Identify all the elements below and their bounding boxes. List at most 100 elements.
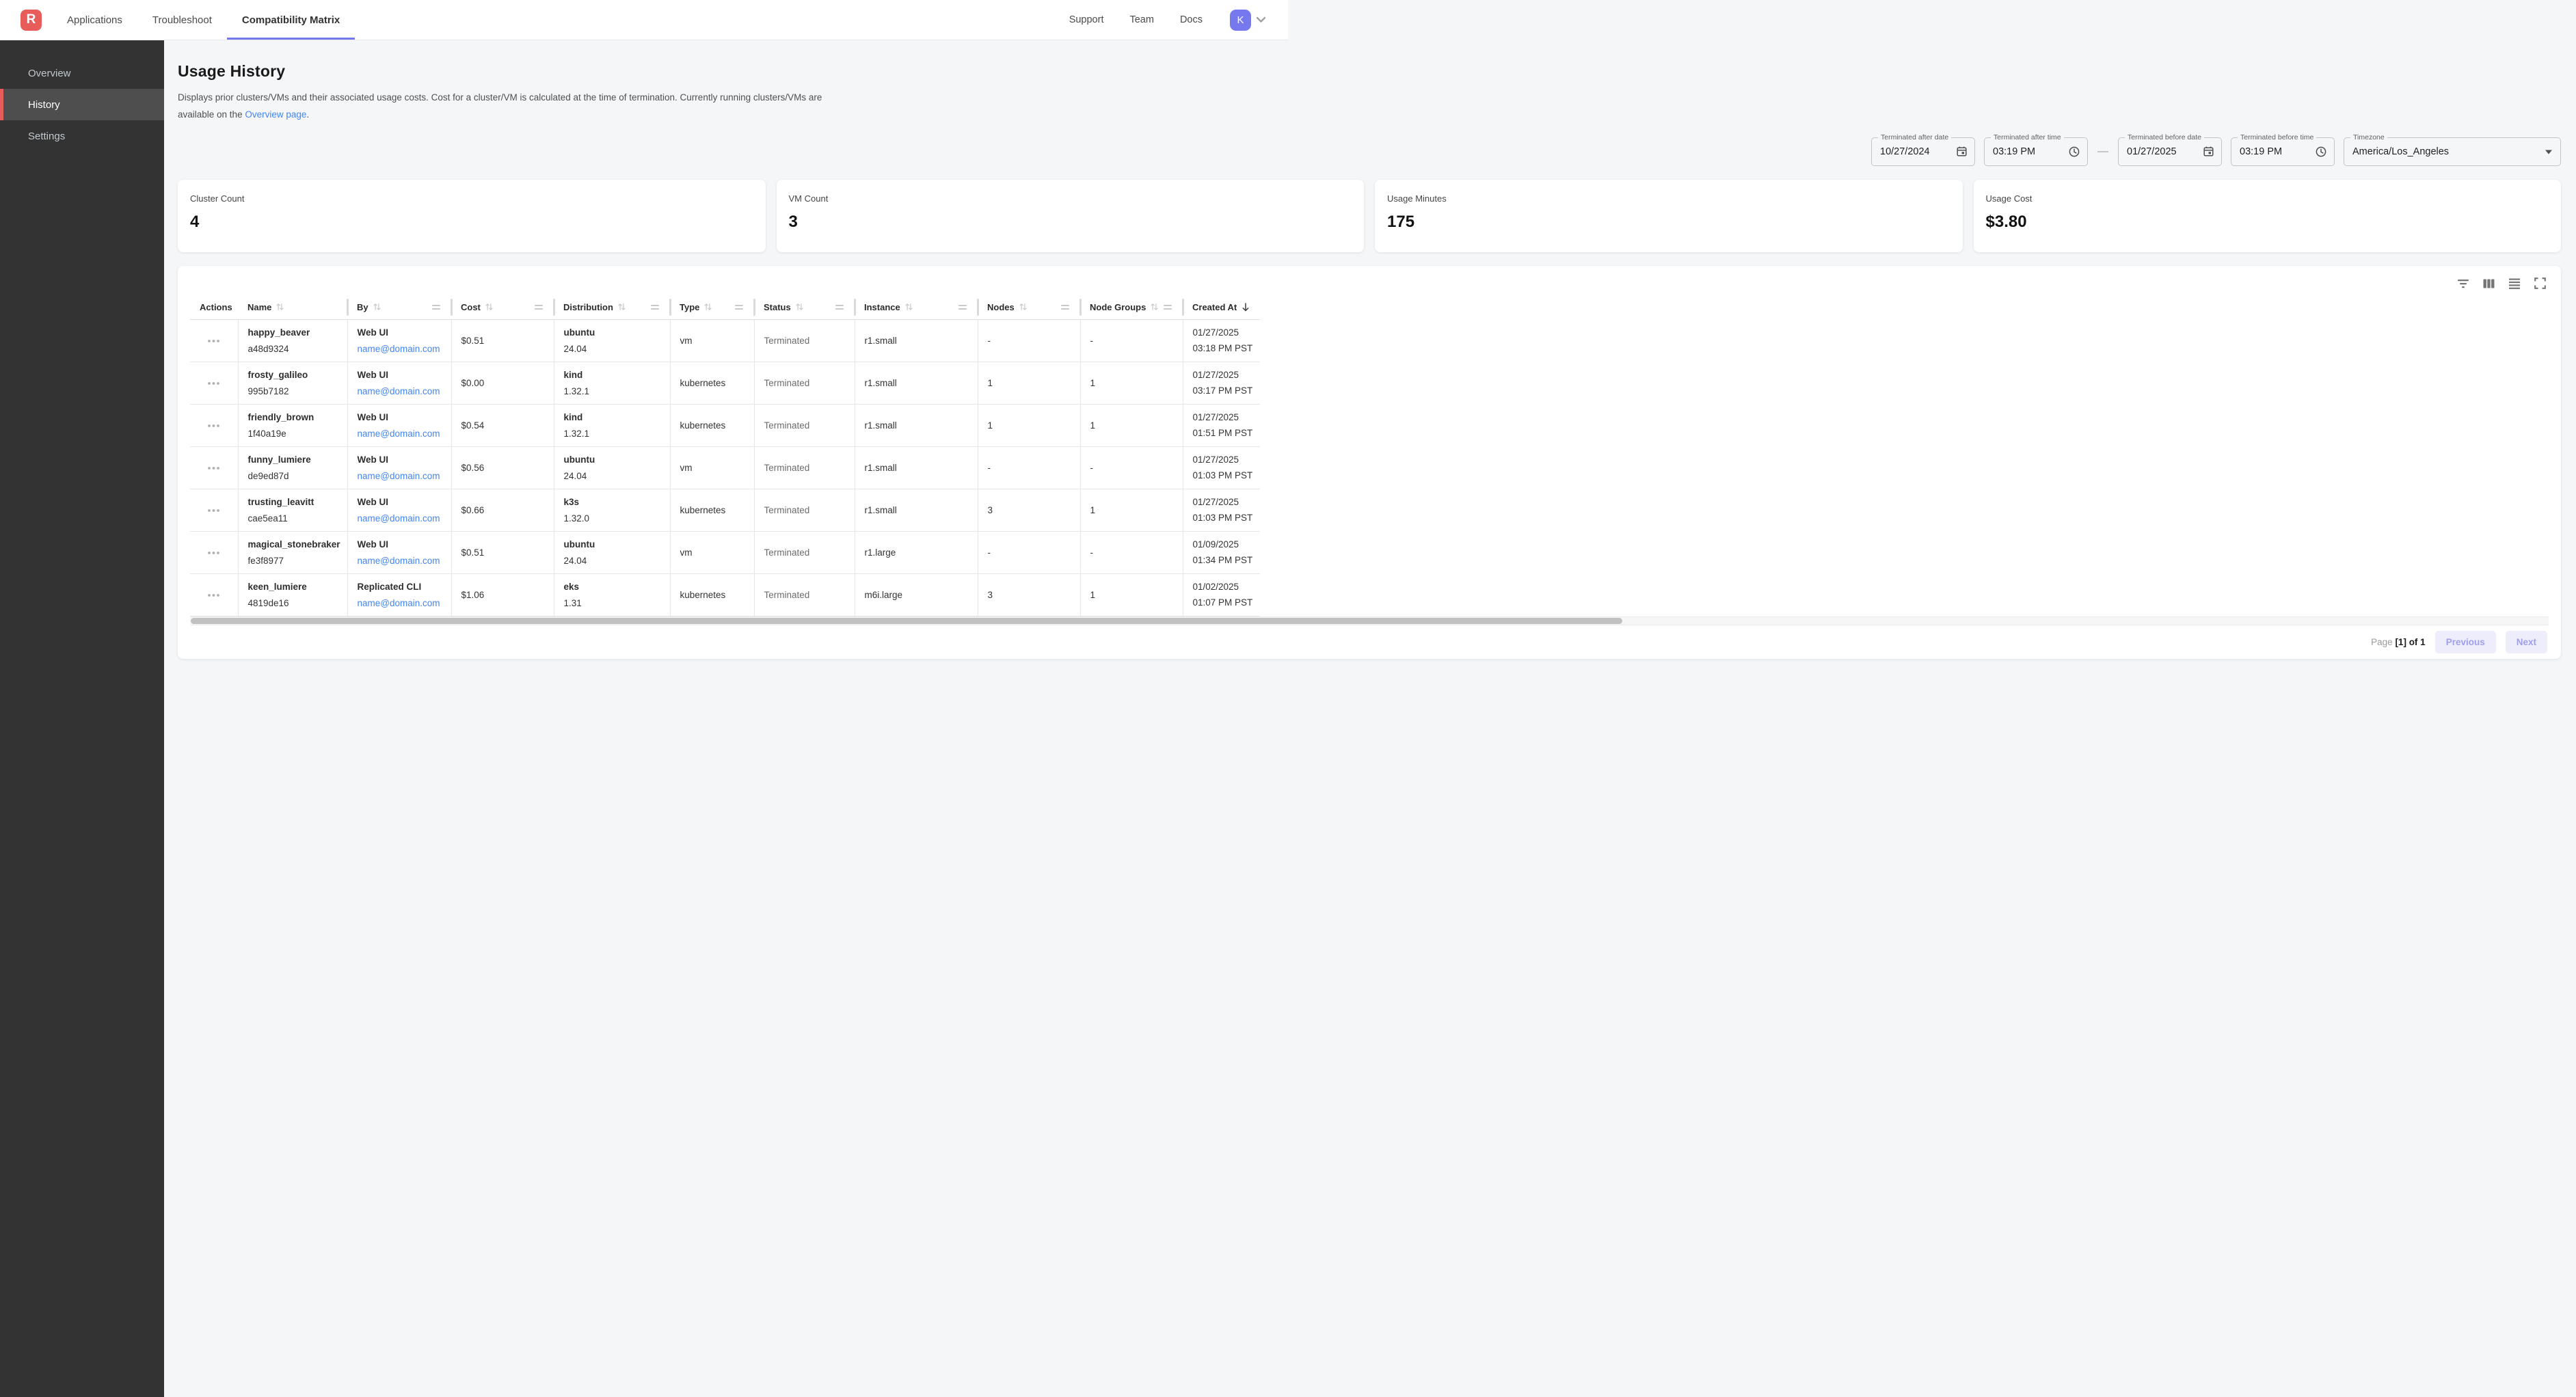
clock-icon[interactable] <box>2315 146 2327 158</box>
columns-icon[interactable] <box>2483 278 2495 289</box>
cost-cell: $0.51 <box>451 320 554 362</box>
more-actions-icon[interactable] <box>204 420 223 431</box>
email-link[interactable]: name@domain.com <box>358 344 440 354</box>
column-menu-icon[interactable] <box>835 305 844 310</box>
terminated-after-time-value: 03:19 PM <box>1993 146 2063 157</box>
more-actions-icon[interactable] <box>204 336 223 347</box>
column-separator[interactable] <box>977 299 979 316</box>
row-actions-cell <box>190 574 238 616</box>
terminated-before-time-field[interactable]: Terminated before time 03:19 PM <box>2231 137 2335 166</box>
column-header-created-at[interactable]: Created At <box>1183 295 1260 320</box>
calendar-icon[interactable] <box>2203 146 2214 157</box>
column-menu-icon[interactable] <box>735 305 743 310</box>
distribution-cell: eks1.31 <box>554 574 670 616</box>
column-separator[interactable] <box>753 299 755 316</box>
email-link[interactable]: name@domain.com <box>358 556 440 566</box>
column-separator[interactable] <box>1182 299 1184 316</box>
column-header-cost[interactable]: Cost <box>451 295 554 320</box>
row-actions-cell <box>190 489 238 532</box>
calendar-icon[interactable] <box>1956 146 1968 157</box>
column-separator[interactable] <box>854 299 856 316</box>
email-link[interactable]: name@domain.com <box>358 471 440 481</box>
column-header-nodes[interactable]: Nodes <box>978 295 1080 320</box>
created-at-cell: 01/27/202501:03 PM PST <box>1183 489 1260 532</box>
column-menu-icon[interactable] <box>1061 305 1069 310</box>
type-cell: kubernetes <box>670 405 754 447</box>
horizontal-scrollbar-thumb[interactable] <box>191 618 1622 624</box>
overview-page-link[interactable]: Overview page <box>245 109 306 120</box>
column-menu-icon[interactable] <box>432 305 440 310</box>
column-separator[interactable] <box>451 299 453 316</box>
column-menu-icon[interactable] <box>958 305 967 310</box>
type-cell: kubernetes <box>670 574 754 616</box>
user-avatar[interactable]: K <box>1230 10 1251 31</box>
stat-value: 3 <box>789 213 1352 232</box>
by-cell: Replicated CLIname@domain.com <box>347 574 451 616</box>
dropdown-caret-icon[interactable] <box>2544 148 2553 155</box>
nav-link-team[interactable]: Team <box>1116 14 1166 25</box>
nav-link-docs[interactable]: Docs <box>1167 14 1216 25</box>
cost-cell: $0.66 <box>451 489 554 532</box>
tab-compatibility-matrix[interactable]: Compatibility Matrix <box>227 0 355 40</box>
timezone-select[interactable]: Timezone America/Los_Angeles <box>2344 137 2561 166</box>
more-actions-icon[interactable] <box>204 463 223 474</box>
tab-troubleshoot[interactable]: Troubleshoot <box>137 0 227 40</box>
nodes-cell: - <box>978 532 1080 574</box>
usage-table-card: ActionsNameByCostDistributionTypeStatusI… <box>178 266 2561 660</box>
email-link[interactable]: name@domain.com <box>358 386 440 396</box>
nav-link-support[interactable]: Support <box>1056 14 1117 25</box>
app-logo[interactable]: R <box>21 10 42 31</box>
more-actions-icon[interactable] <box>204 378 223 389</box>
column-header-type[interactable]: Type <box>670 295 754 320</box>
sort-icon <box>373 302 381 312</box>
horizontal-scrollbar-track[interactable] <box>190 616 2549 625</box>
tab-applications[interactable]: Applications <box>52 0 137 40</box>
sidebar-item-settings[interactable]: Settings <box>0 120 164 152</box>
fullscreen-icon[interactable] <box>2534 277 2546 289</box>
terminated-before-date-label: Terminated before date <box>2125 133 2204 141</box>
nodes-cell: 1 <box>978 405 1080 447</box>
clock-icon[interactable] <box>2068 146 2080 158</box>
sidebar-item-overview[interactable]: Overview <box>0 57 164 89</box>
column-menu-icon[interactable] <box>1164 305 1172 310</box>
column-menu-icon[interactable] <box>651 305 659 310</box>
cost-cell: $0.00 <box>451 362 554 405</box>
more-actions-icon[interactable] <box>204 547 223 558</box>
chevron-down-icon[interactable] <box>1256 16 1266 23</box>
column-separator[interactable] <box>347 299 349 316</box>
terminated-before-date-field[interactable]: Terminated before date 01/27/2025 <box>2118 137 2222 166</box>
terminated-after-time-label: Terminated after time <box>1991 133 2064 141</box>
sort-icon <box>485 302 494 312</box>
column-separator[interactable] <box>1079 299 1082 316</box>
terminated-after-date-field[interactable]: Terminated after date 10/27/2024 <box>1871 137 1975 166</box>
previous-page-button[interactable]: Previous <box>2435 631 2496 653</box>
density-icon[interactable] <box>2508 278 2521 289</box>
email-link[interactable]: name@domain.com <box>358 598 440 608</box>
stat-label: VM Count <box>789 193 1352 204</box>
terminated-after-time-field[interactable]: Terminated after time 03:19 PM <box>1984 137 2088 166</box>
table-row: keen_lumiere4819de16Replicated CLIname@d… <box>190 574 1260 616</box>
cost-cell: $0.51 <box>451 532 554 574</box>
column-separator[interactable] <box>669 299 671 316</box>
column-header-node-groups[interactable]: Node Groups <box>1080 295 1183 320</box>
filter-icon[interactable] <box>2457 278 2469 289</box>
sort-icon <box>703 302 712 312</box>
email-link[interactable]: name@domain.com <box>358 513 440 524</box>
column-header-by[interactable]: By <box>347 295 451 320</box>
more-actions-icon[interactable] <box>204 505 223 516</box>
row-actions-cell <box>190 405 238 447</box>
stat-label: Cluster Count <box>190 193 753 204</box>
page-description: Displays prior clusters/VMs and their as… <box>178 90 834 124</box>
column-header-instance[interactable]: Instance <box>855 295 978 320</box>
column-menu-icon[interactable] <box>535 305 543 310</box>
next-page-button[interactable]: Next <box>2506 631 2547 653</box>
column-separator[interactable] <box>553 299 555 316</box>
column-header-distribution[interactable]: Distribution <box>554 295 670 320</box>
column-header-name[interactable]: Name <box>238 295 347 320</box>
email-link[interactable]: name@domain.com <box>358 429 440 439</box>
timezone-value: America/Los_Angeles <box>2352 146 2538 157</box>
by-cell: Web UIname@domain.com <box>347 532 451 574</box>
sidebar-item-history[interactable]: History <box>0 89 164 120</box>
more-actions-icon[interactable] <box>204 590 223 601</box>
column-header-status[interactable]: Status <box>754 295 855 320</box>
